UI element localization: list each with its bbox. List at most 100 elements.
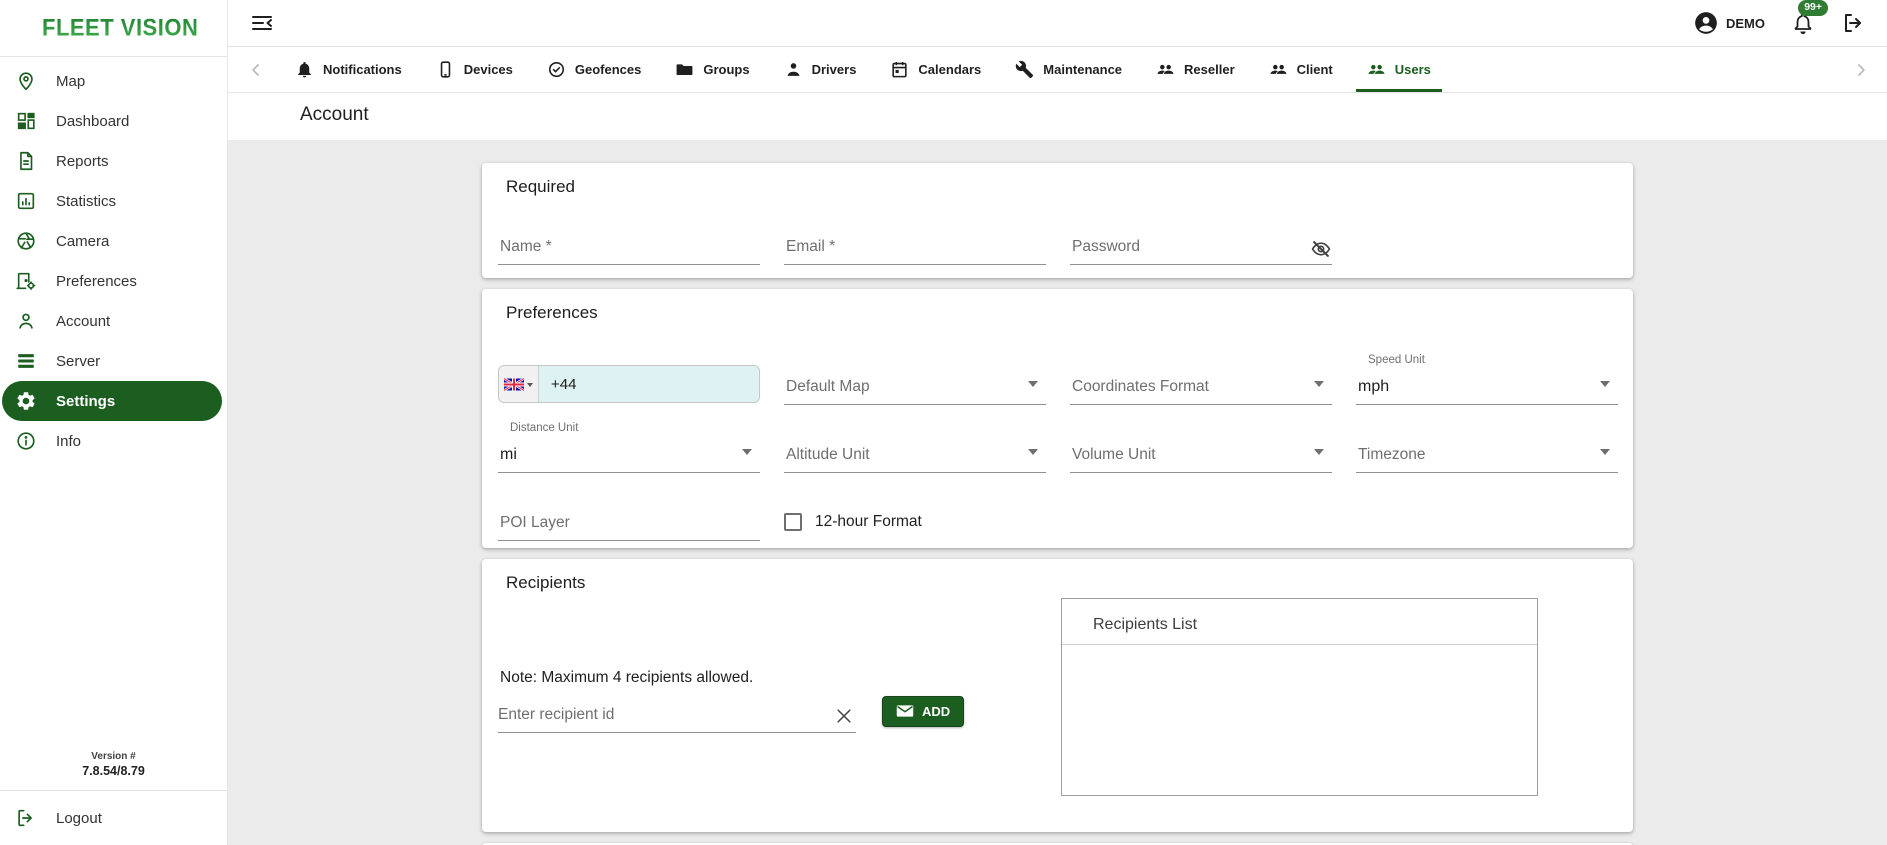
user-name: DEMO xyxy=(1726,15,1765,31)
tab-label: Groups xyxy=(703,62,750,77)
twelve-hour-checkbox[interactable] xyxy=(784,513,802,531)
email-input[interactable] xyxy=(786,238,1044,256)
statistics-chart-icon xyxy=(15,190,37,212)
twelve-hour-label: 12-hour Format xyxy=(815,513,922,530)
distance-unit-select[interactable]: mi xyxy=(498,439,760,473)
logout-label: Logout xyxy=(56,809,102,827)
chevron-down-icon xyxy=(1600,381,1610,392)
email-field[interactable] xyxy=(784,223,1046,265)
preferences-door-icon xyxy=(15,270,37,292)
version-value: 7.8.54/8.79 xyxy=(82,764,145,778)
volume-unit-select[interactable]: Volume Unit xyxy=(1070,431,1332,473)
signout-icon[interactable] xyxy=(1841,11,1865,35)
tab-drivers[interactable]: Drivers xyxy=(767,47,874,92)
password-field[interactable] xyxy=(1070,223,1332,265)
sidebar-item-info[interactable]: Info xyxy=(0,421,227,461)
sidebar-item-label: Info xyxy=(56,432,82,450)
add-recipient-button[interactable]: ADD xyxy=(882,695,965,727)
notifications-bell-button[interactable]: 99+ xyxy=(1791,0,1828,35)
menu-toggle-icon[interactable] xyxy=(250,11,274,35)
sidebar-item-preferences[interactable]: Preferences xyxy=(0,261,227,301)
sidebar-item-label: Dashboard xyxy=(56,112,130,130)
tab-calendars[interactable]: Calendars xyxy=(873,47,998,92)
tabbar: Notifications Devices Geofences Groups D… xyxy=(228,47,1887,93)
brand-logo-text: FLEET VISION xyxy=(42,13,199,42)
sidebar-item-label: Account xyxy=(56,312,111,330)
tab-label: Users xyxy=(1394,62,1431,77)
sidebar-item-label: Settings xyxy=(56,392,116,410)
sidebar-logout-button[interactable]: Logout xyxy=(0,791,227,845)
server-list-icon xyxy=(15,350,37,372)
folder-icon xyxy=(675,60,694,79)
dashboard-icon xyxy=(15,110,37,132)
recipient-id-input[interactable] xyxy=(498,706,828,724)
tab-label: Notifications xyxy=(323,62,402,77)
account-circle-icon xyxy=(1693,10,1719,36)
tab-groups[interactable]: Groups xyxy=(658,47,766,92)
default-map-select[interactable]: Default Map xyxy=(784,363,1046,405)
required-section-title: Required xyxy=(506,177,575,196)
phone-input[interactable] xyxy=(539,366,759,402)
tab-label: Drivers xyxy=(811,62,857,77)
tab-notifications[interactable]: Notifications xyxy=(278,47,419,92)
timezone-select[interactable]: Timezone xyxy=(1356,431,1618,473)
name-input[interactable] xyxy=(500,238,758,256)
sidebar-item-camera[interactable]: Camera xyxy=(0,221,227,261)
wrench-icon xyxy=(1015,60,1034,79)
smartphone-icon xyxy=(436,60,455,79)
sidebar-item-server[interactable]: Server xyxy=(0,341,227,381)
tab-client[interactable]: Client xyxy=(1252,47,1350,92)
tab-label: Devices xyxy=(463,62,513,77)
brand-logo: FLEET VISION xyxy=(0,0,227,57)
clear-icon[interactable] xyxy=(834,706,854,726)
uk-flag-icon xyxy=(504,377,524,391)
speed-unit-group: Speed Unit mph xyxy=(1356,354,1618,405)
phone-field[interactable] xyxy=(498,365,760,403)
tab-maintenance[interactable]: Maintenance xyxy=(998,47,1139,92)
sidebar-item-label: Statistics xyxy=(56,192,117,210)
page-header: Account xyxy=(228,93,1887,140)
main-area: DEMO 99+ Notifications Devices Geofences… xyxy=(228,0,1887,845)
people-icon xyxy=(1367,60,1386,79)
coordinates-format-select[interactable]: Coordinates Format xyxy=(1070,363,1332,405)
sidebar-item-map[interactable]: Map xyxy=(0,61,227,101)
poi-layer-input[interactable] xyxy=(500,514,758,532)
recipient-id-field[interactable] xyxy=(498,693,856,733)
report-doc-icon xyxy=(15,150,37,172)
sidebar-item-label: Preferences xyxy=(56,272,137,290)
gear-icon xyxy=(15,390,37,412)
tabs-scroll-left-icon[interactable] xyxy=(246,60,266,80)
password-input[interactable] xyxy=(1072,238,1330,256)
speed-unit-select[interactable]: mph xyxy=(1356,371,1618,405)
distance-unit-group: Distance Unit mi xyxy=(498,422,760,473)
name-field[interactable] xyxy=(498,223,760,265)
sidebar-item-settings[interactable]: Settings xyxy=(2,381,222,421)
poi-layer-field[interactable] xyxy=(498,499,760,541)
page-content: Required Name * Email * Preferences +44 … xyxy=(228,140,1887,845)
person-outline-icon xyxy=(15,310,37,332)
country-flag-selector[interactable] xyxy=(499,366,539,402)
recipients-list: Recipients List xyxy=(1061,598,1538,796)
twelve-hour-format-option: 12-hour Format xyxy=(784,513,1046,541)
sidebar: FLEET VISION Map Dashboard Reports Stati… xyxy=(0,0,228,845)
preferences-section: Preferences Default Map xyxy=(482,289,1633,548)
visibility-off-icon[interactable] xyxy=(1310,238,1332,260)
topbar: DEMO 99+ xyxy=(228,0,1887,47)
tab-reseller[interactable]: Reseller xyxy=(1139,47,1252,92)
tab-label: Geofences xyxy=(574,62,642,77)
tab-devices[interactable]: Devices xyxy=(419,47,530,92)
tab-users[interactable]: Users xyxy=(1350,47,1448,92)
tabs-scroll-right-icon[interactable] xyxy=(1851,60,1871,80)
page-title: Account xyxy=(300,104,369,125)
recipients-section-title: Recipients xyxy=(506,573,586,592)
tab-geofences[interactable]: Geofences xyxy=(530,47,658,92)
user-account-chip[interactable]: DEMO xyxy=(1693,10,1765,36)
mail-icon xyxy=(896,704,914,718)
sidebar-item-statistics[interactable]: Statistics xyxy=(0,181,227,221)
sidebar-item-reports[interactable]: Reports xyxy=(0,141,227,181)
altitude-unit-select[interactable]: Altitude Unit xyxy=(784,431,1046,473)
sidebar-item-account[interactable]: Account xyxy=(0,301,227,341)
chevron-down-icon xyxy=(1314,381,1324,392)
sidebar-item-dashboard[interactable]: Dashboard xyxy=(0,101,227,141)
